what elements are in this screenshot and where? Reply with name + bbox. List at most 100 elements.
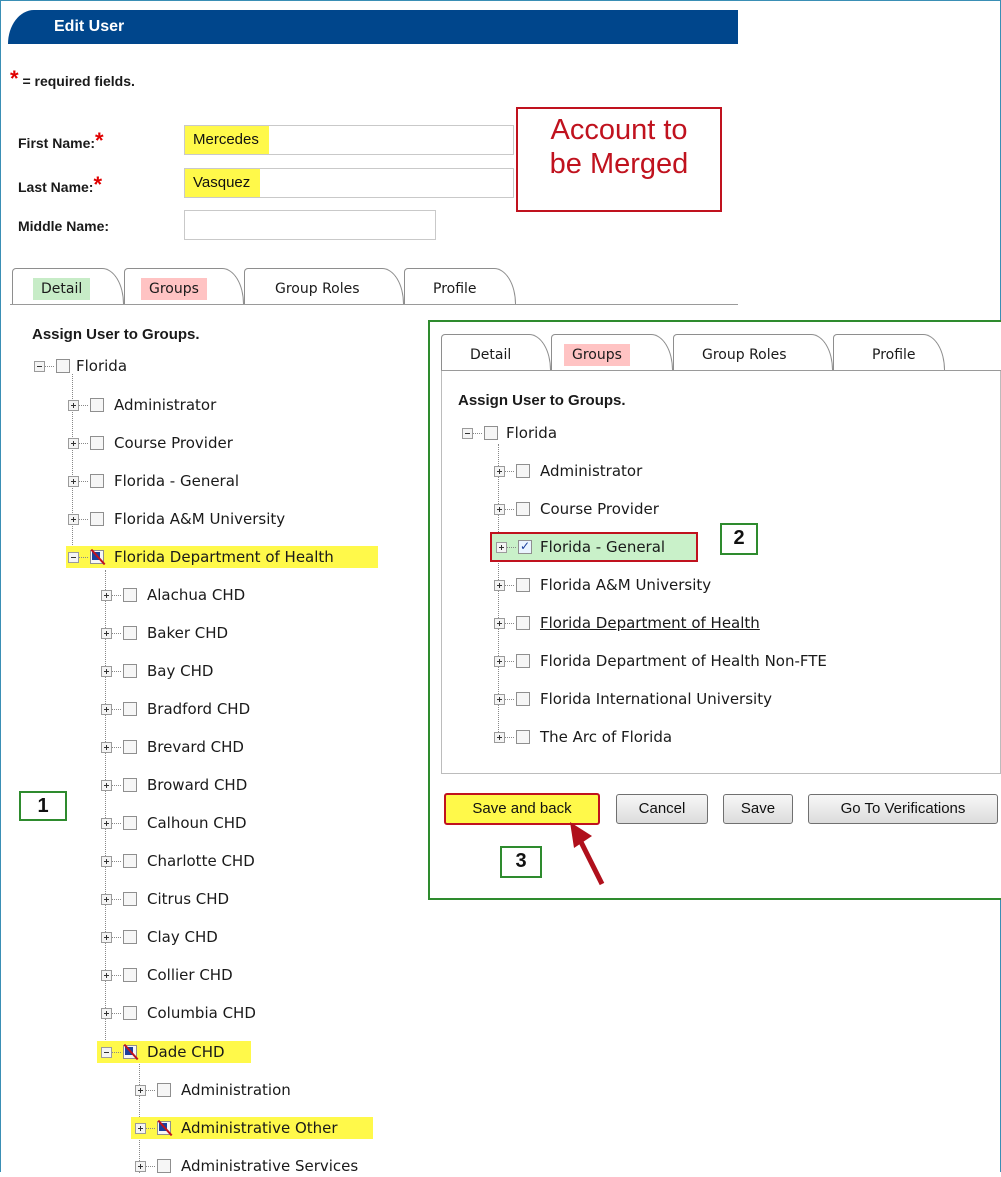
checkbox-checked[interactable] [518, 535, 532, 557]
first-name-field[interactable]: Mercedes [184, 125, 514, 155]
expand-icon[interactable] [135, 1123, 146, 1134]
expand-icon[interactable] [135, 1161, 146, 1172]
collapse-icon[interactable] [34, 361, 45, 372]
checkbox[interactable] [56, 359, 70, 373]
checkbox[interactable] [123, 816, 137, 830]
expand-icon[interactable] [101, 628, 112, 639]
expand-icon[interactable] [494, 504, 505, 515]
checkbox[interactable] [123, 1006, 137, 1020]
tree-connector [112, 633, 121, 634]
inset-tab-groups-label: Groups [564, 344, 630, 366]
go-to-verifications-button[interactable]: Go To Verifications [808, 794, 998, 824]
tree-item-label: Dade CHD [147, 1043, 225, 1061]
inset-tab-groups[interactable]: Groups [551, 334, 673, 370]
expand-icon[interactable] [101, 970, 112, 981]
first-name-value: Mercedes [185, 126, 269, 154]
middle-name-field[interactable] [184, 210, 436, 240]
expand-icon[interactable] [494, 694, 505, 705]
expand-icon[interactable] [101, 666, 112, 677]
checkbox[interactable] [123, 626, 137, 640]
inset-tab-profile[interactable]: Profile [833, 334, 945, 370]
required-note-text: = required fields. [22, 73, 135, 89]
expand-icon[interactable] [101, 856, 112, 867]
checkbox[interactable] [123, 664, 137, 678]
inset-tab-group-roles[interactable]: Group Roles [673, 334, 833, 370]
checkbox[interactable] [123, 854, 137, 868]
tab-group-roles[interactable]: Group Roles [244, 268, 404, 304]
tree-connector [112, 861, 121, 862]
expand-icon[interactable] [101, 590, 112, 601]
checkbox[interactable] [157, 1083, 171, 1097]
checkbox[interactable] [90, 398, 104, 412]
tree-item-label: Broward CHD [147, 776, 248, 794]
tree-item-label: Course Provider [114, 434, 233, 452]
checkbox[interactable] [516, 578, 530, 592]
checkbox[interactable] [123, 968, 137, 982]
checkbox[interactable] [516, 616, 530, 630]
tree-item-highlighted[interactable]: Administrative Other [131, 1117, 373, 1139]
page-title: Edit User [8, 10, 738, 44]
checkbox[interactable] [157, 1159, 171, 1173]
collapse-icon[interactable] [68, 552, 79, 563]
inset-tree-item-selected[interactable]: Florida - General [490, 532, 698, 562]
expand-icon[interactable] [494, 466, 505, 477]
tree-item-label: Bradford CHD [147, 700, 251, 718]
expand-icon[interactable] [101, 1008, 112, 1019]
expand-icon[interactable] [68, 514, 79, 525]
checkbox[interactable] [516, 502, 530, 516]
expand-icon[interactable] [494, 656, 505, 667]
checkbox[interactable] [516, 464, 530, 478]
last-name-field[interactable]: Vasquez [184, 168, 514, 198]
expand-icon[interactable] [494, 618, 505, 629]
tree-item-label: The Arc of Florida [540, 728, 673, 746]
checkbox[interactable] [123, 930, 137, 944]
tree-item-highlighted[interactable]: Florida Department of Health [66, 546, 378, 568]
expand-icon[interactable] [101, 818, 112, 829]
expand-icon[interactable] [68, 438, 79, 449]
tab-groups[interactable]: Groups [124, 268, 244, 304]
tree-item-label: Calhoun CHD [147, 814, 247, 832]
inset-tab-detail[interactable]: Detail [441, 334, 551, 370]
tree-item-label: Columbia CHD [147, 1004, 256, 1022]
cancel-button[interactable]: Cancel [616, 794, 708, 824]
expand-icon[interactable] [101, 894, 112, 905]
checkbox[interactable] [123, 702, 137, 716]
checkbox[interactable] [123, 892, 137, 906]
expand-icon[interactable] [68, 400, 79, 411]
tree-connector [112, 709, 121, 710]
tree-item-label: Course Provider [540, 500, 659, 518]
checkbox[interactable] [90, 436, 104, 450]
expand-icon[interactable] [101, 780, 112, 791]
required-star: * [10, 66, 19, 91]
tree-connector [112, 595, 121, 596]
expand-icon[interactable] [494, 580, 505, 591]
collapse-icon[interactable] [101, 1047, 112, 1058]
checkbox[interactable] [90, 512, 104, 526]
checkbox[interactable] [123, 778, 137, 792]
checkbox[interactable] [123, 740, 137, 754]
tab-profile[interactable]: Profile [404, 268, 516, 304]
checkbox[interactable] [123, 588, 137, 602]
tree-item-highlighted[interactable]: Dade CHD [97, 1041, 251, 1063]
checkbox[interactable] [90, 474, 104, 488]
checkbox[interactable] [516, 654, 530, 668]
tree-item-label: Alachua CHD [147, 586, 246, 604]
tree-connector [505, 585, 514, 586]
tree-connector [112, 899, 121, 900]
expand-icon[interactable] [494, 732, 505, 743]
expand-icon[interactable] [101, 742, 112, 753]
collapse-icon[interactable] [462, 428, 473, 439]
checkbox[interactable] [484, 426, 498, 440]
checkbox[interactable] [516, 730, 530, 744]
expand-icon[interactable] [68, 476, 79, 487]
expand-icon[interactable] [101, 704, 112, 715]
save-button[interactable]: Save [723, 794, 793, 824]
tab-detail[interactable]: Detail [12, 268, 124, 304]
expand-icon[interactable] [135, 1085, 146, 1096]
checkbox[interactable] [516, 692, 530, 706]
tree-item-label: Baker CHD [147, 624, 229, 642]
expand-icon[interactable] [496, 542, 507, 553]
required-note: * = required fields. [10, 68, 135, 90]
expand-icon[interactable] [101, 932, 112, 943]
tree-connector [505, 737, 514, 738]
